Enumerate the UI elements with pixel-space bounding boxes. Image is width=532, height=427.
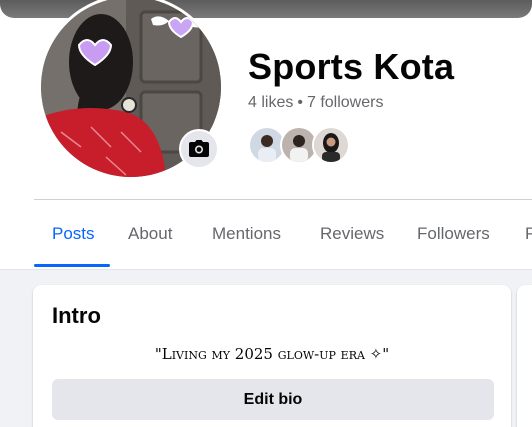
tab-mentions[interactable]: Mentions [212, 224, 281, 244]
intro-bio: "Living my 2025 glow-up era ✧" [154, 345, 390, 363]
follower-avatars [248, 126, 358, 164]
tab-more-truncated[interactable]: P [525, 224, 532, 244]
camera-icon [189, 140, 209, 157]
tab-about[interactable]: About [128, 224, 172, 244]
stats-separator: • [297, 94, 303, 111]
intro-card: Intro "Living my 2025 glow-up era ✧" Edi… [33, 285, 511, 427]
likes-count[interactable]: 4 likes [248, 94, 293, 111]
tab-reviews[interactable]: Reviews [320, 224, 384, 244]
profile-tabs: Posts About Mentions Reviews Followers P [34, 200, 532, 268]
followers-count[interactable]: 7 followers [307, 94, 383, 111]
follower-avatar[interactable] [312, 126, 350, 164]
intro-title: Intro [52, 303, 101, 328]
tab-posts[interactable]: Posts [52, 224, 95, 244]
tab-followers[interactable]: Followers [417, 224, 490, 244]
page-title: Sports Kota [248, 46, 455, 87]
update-profile-picture-button[interactable] [179, 129, 219, 169]
edit-bio-button[interactable]: Edit bio [52, 379, 494, 420]
right-column-card [517, 285, 532, 427]
page-stats: 4 likes • 7 followers [248, 94, 383, 112]
active-tab-indicator [34, 264, 110, 267]
